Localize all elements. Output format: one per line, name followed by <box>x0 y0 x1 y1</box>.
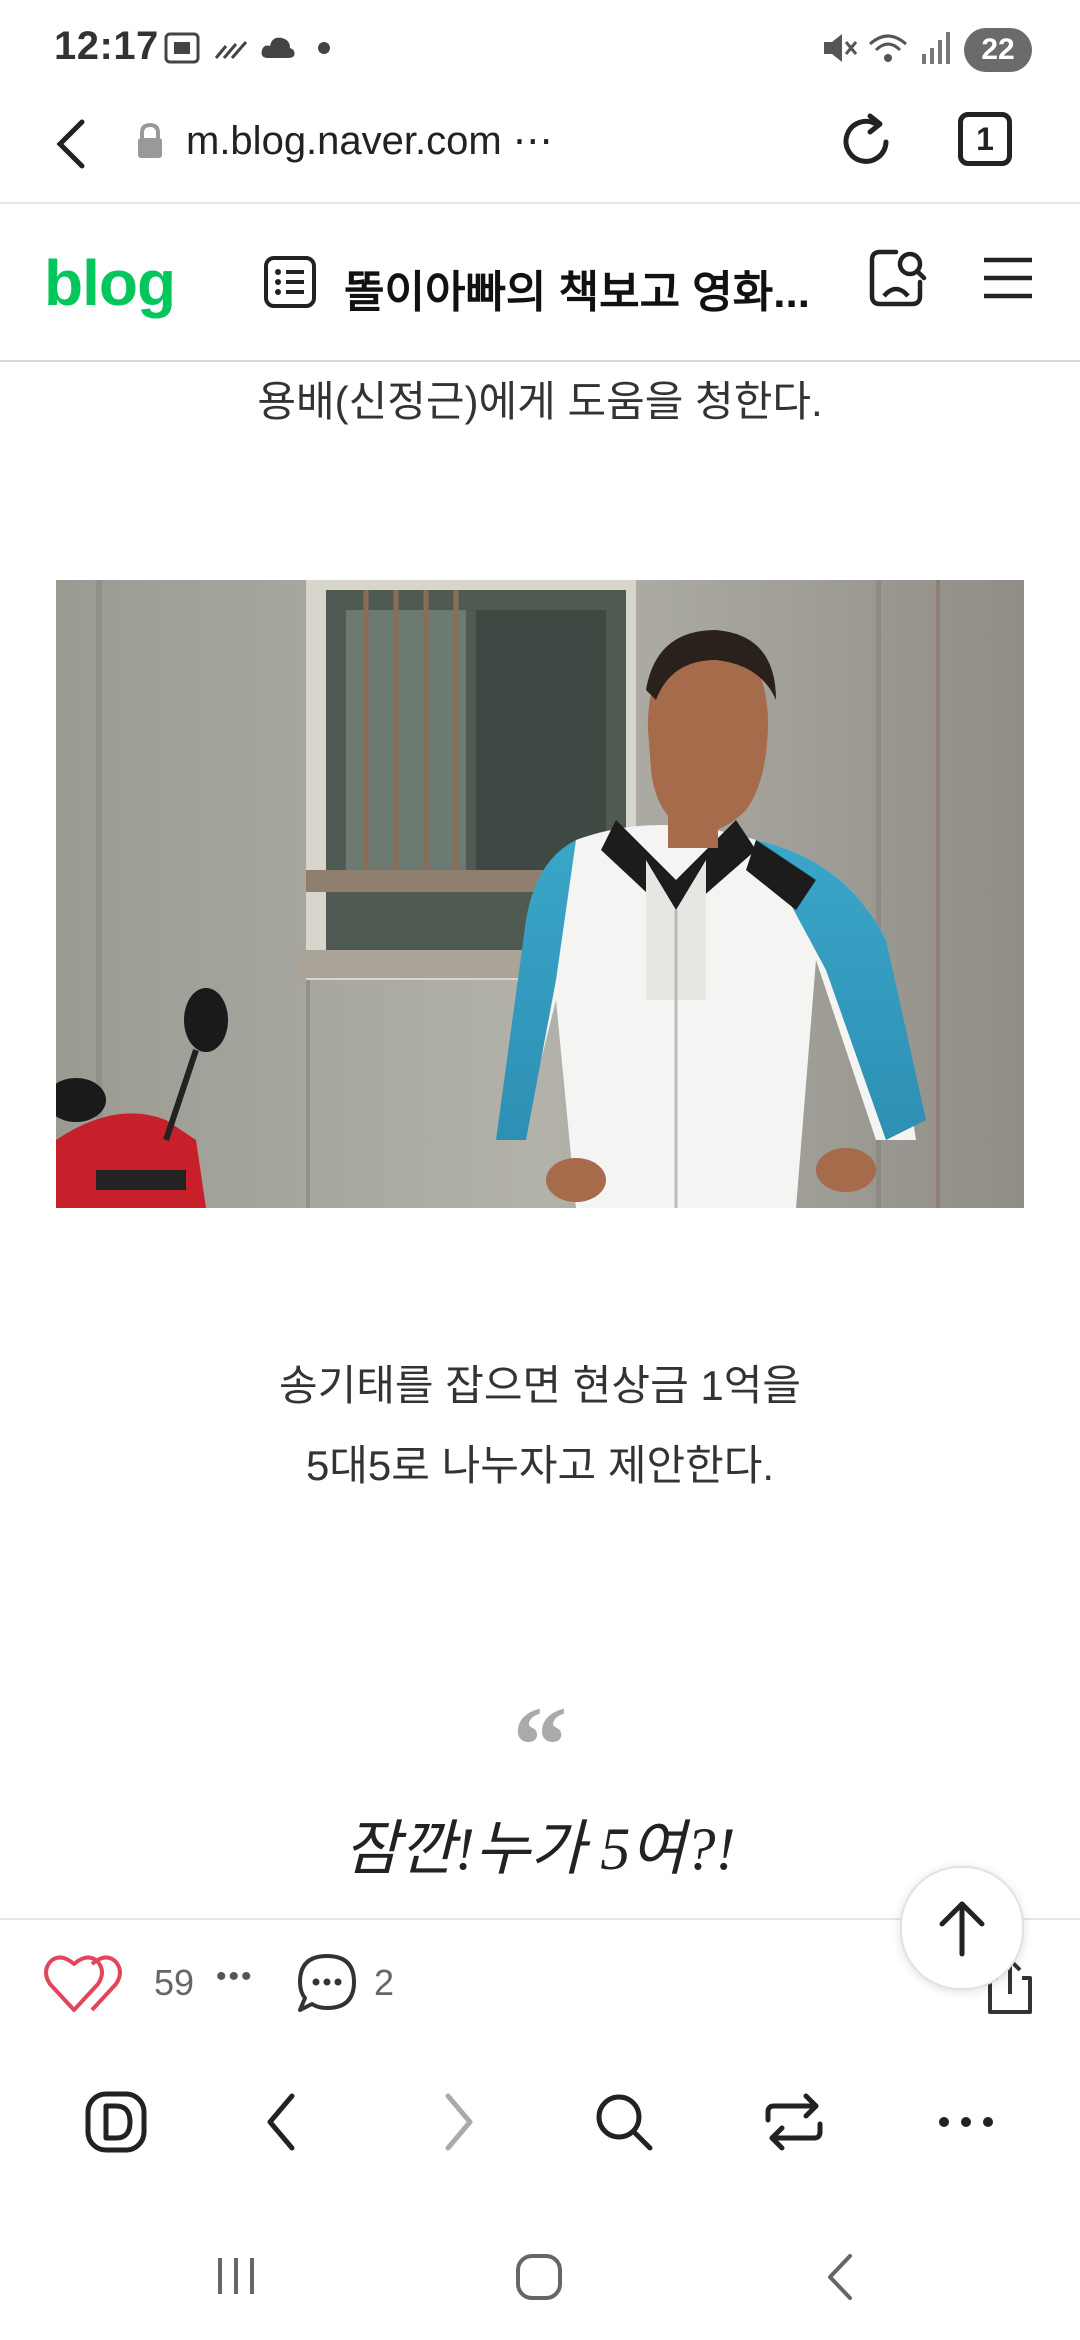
cloud-icon <box>261 37 295 58</box>
more-reactions-button[interactable]: ••• <box>216 1960 254 1994</box>
search-profile-icon[interactable] <box>866 246 930 310</box>
more-icon[interactable] <box>934 2108 998 2136</box>
signal-icon <box>214 41 248 59</box>
blog-logo[interactable]: blog <box>44 246 176 320</box>
paragraph-text-1: 용배(신정근)에게 도움을 청한다. <box>257 378 823 425</box>
back-icon[interactable] <box>260 2090 304 2154</box>
browser-toolbar <box>0 2048 1080 2248</box>
paragraph-text-2: 송기태를 잡으면 현상금 1억을 <box>278 1362 802 1409</box>
tab-count-button[interactable]: 1 <box>958 112 1012 166</box>
mute-icon <box>824 34 858 62</box>
refresh-icon[interactable] <box>836 112 896 172</box>
cellular-icon <box>922 32 950 64</box>
url-field[interactable]: m.blog.naver.com ⋯ <box>186 118 553 164</box>
movie-still-image[interactable] <box>56 580 1024 1208</box>
gallery-icon <box>164 32 200 64</box>
battery-indicator: 22 <box>964 28 1032 72</box>
status-bar: 12:17 22 <box>0 0 1080 100</box>
switch-icon[interactable] <box>760 2090 828 2154</box>
list-icon[interactable] <box>262 254 318 310</box>
like-count: 59 <box>154 1962 195 2003</box>
status-time: 12:17 <box>54 24 159 68</box>
home-icon[interactable] <box>512 2250 566 2304</box>
forward-icon[interactable] <box>436 2090 480 2154</box>
arrow-up-icon <box>939 1901 985 1957</box>
scroll-to-top-button[interactable] <box>900 1866 1024 1990</box>
quote-text: 잠깐!누가 5여?! <box>344 1816 736 1882</box>
wifi-icon <box>869 34 907 62</box>
heart-icon[interactable] <box>44 1950 136 2016</box>
back-arrow-icon[interactable] <box>50 116 94 172</box>
blog-title[interactable]: 똘이아빠의 책보고 영화... <box>344 256 824 320</box>
notification-dot <box>318 42 330 54</box>
system-back-icon[interactable] <box>820 2250 860 2304</box>
d-icon[interactable] <box>84 2090 148 2154</box>
comment-count: 2 <box>374 1962 395 2003</box>
recent-apps-icon[interactable] <box>212 2250 260 2300</box>
menu-icon[interactable] <box>980 250 1036 306</box>
search-icon[interactable] <box>592 2090 656 2154</box>
paragraph-text-3: 5대5로 나누자고 제안한다. <box>305 1442 775 1489</box>
comment-icon[interactable] <box>296 1952 358 2014</box>
lock-icon <box>138 122 162 158</box>
quote-mark-icon: “ <box>512 1684 568 1806</box>
